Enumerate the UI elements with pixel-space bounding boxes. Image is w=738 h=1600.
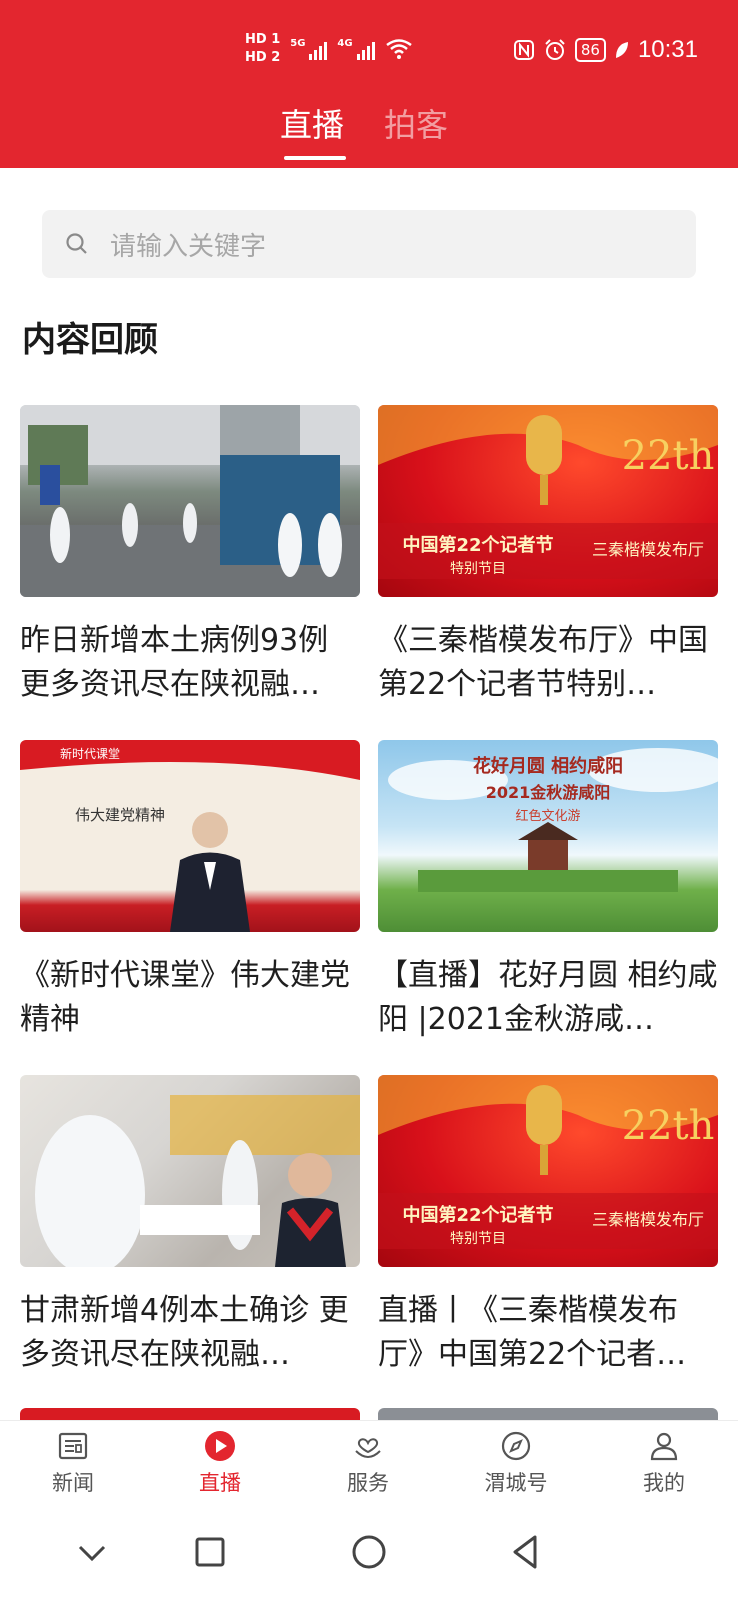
card-title: 昨日新增本土病例93例 更多资讯尽在陕视融… bbox=[20, 623, 329, 702]
content-card-2[interactable]: 22th 中国第22个记者节 特别节目 三秦楷模发布厅 《三秦楷模发布厅》中国第… bbox=[378, 405, 718, 707]
nav-label: 渭城号 bbox=[484, 1471, 548, 1495]
hd-badges: HD 1 HD 2 bbox=[245, 32, 280, 66]
signal-4g-icon: 4G bbox=[337, 38, 375, 60]
nav-label: 新闻 bbox=[52, 1471, 94, 1495]
next-row-thumb-left[interactable] bbox=[20, 1408, 360, 1420]
card-title: 《新时代课堂》伟大建党精神 bbox=[20, 958, 350, 1037]
clock-time: 10:31 bbox=[637, 36, 698, 63]
thumbnail-street-checkpoint bbox=[20, 405, 360, 597]
content-card-4[interactable]: 花好月圆 相约咸阳 2021金秋游咸阳 红色文化游 【直播】花好月圆 相约咸阳 … bbox=[378, 740, 718, 1042]
bottom-navigation: 新闻 直播 服务 渭城号 我的 bbox=[0, 1420, 738, 1510]
battery-level: 86 bbox=[574, 38, 606, 62]
overlay-sub-text: 特别节目 bbox=[450, 1231, 506, 1247]
news-icon bbox=[58, 1432, 88, 1460]
service-heart-icon bbox=[355, 1438, 381, 1458]
thumbnail-xianyang-tour: 花好月圆 相约咸阳 2021金秋游咸阳 红色文化游 bbox=[378, 740, 718, 932]
nav-news[interactable]: 新闻 bbox=[23, 1429, 123, 1497]
tab-live[interactable]: 直播 bbox=[280, 100, 344, 146]
card-title: 甘肃新增4例本土确诊 更多资讯尽在陕视融… bbox=[20, 1293, 349, 1372]
nav-weicheng[interactable]: 渭城号 bbox=[466, 1429, 566, 1497]
thumbnail-journalist-festival: 22th 中国第22个记者节 特别节目 三秦楷模发布厅 bbox=[378, 405, 718, 597]
overlay-right-text: 三秦楷模发布厅 bbox=[592, 540, 704, 559]
nfc-icon bbox=[513, 40, 534, 60]
status-bar: HD 1 HD 2 5G 4G 86 10:31 bbox=[0, 30, 738, 80]
overlay-sub-text: 2021金秋游咸阳 bbox=[486, 783, 611, 802]
active-tab-indicator bbox=[284, 156, 346, 160]
card-title: 直播丨《三秦楷模发布厅》中国第22个记者… bbox=[378, 1293, 687, 1372]
overlay-main-text: 伟大建党精神 bbox=[75, 806, 165, 824]
content-card-5[interactable]: 甘肃新增4例本土确诊 更多资讯尽在陕视融… bbox=[20, 1075, 360, 1377]
search-icon bbox=[66, 233, 87, 254]
thumbnail-journalist-festival: 22th 中国第22个记者节 特别节目 三秦楷模发布厅 bbox=[378, 1075, 718, 1267]
app-header: HD 1 HD 2 5G 4G 86 10:31 直播 拍客 bbox=[0, 0, 738, 168]
home-icon[interactable] bbox=[349, 1532, 389, 1572]
badge-text: 22th bbox=[622, 433, 715, 479]
nav-live[interactable]: 直播 bbox=[170, 1429, 270, 1497]
thumbnail-testing-site bbox=[20, 1075, 360, 1267]
search-input[interactable]: 请输入关键字 bbox=[110, 226, 266, 263]
content-card-3[interactable]: 新时代课堂 伟大建党精神 《新时代课堂》伟大建党精神 bbox=[20, 740, 360, 1042]
overlay-main-text: 花好月圆 相约咸阳 bbox=[473, 755, 623, 777]
nav-label: 服务 bbox=[347, 1471, 389, 1495]
recent-apps-icon[interactable] bbox=[190, 1532, 230, 1572]
overlay-main-text: 中国第22个记者节 bbox=[402, 1204, 553, 1226]
overlay-main-text: 中国第22个记者节 bbox=[402, 534, 553, 556]
tab-paike[interactable]: 拍客 bbox=[384, 100, 448, 146]
next-row-thumb-right[interactable] bbox=[378, 1408, 718, 1420]
hd2-badge: HD 2 bbox=[245, 50, 281, 65]
badge-text: 22th bbox=[622, 1103, 715, 1149]
top-tabs: 直播 拍客 bbox=[0, 100, 738, 160]
overlay-sub-text: 特别节目 bbox=[450, 561, 506, 577]
system-navigation-bar bbox=[0, 1510, 738, 1600]
overlay-top-text: 新时代课堂 bbox=[60, 746, 120, 761]
nav-label: 直播 bbox=[199, 1471, 241, 1495]
alarm-icon bbox=[545, 39, 565, 60]
signal-5g-icon: 5G bbox=[290, 38, 328, 60]
network-indicators: HD 1 HD 2 5G 4G bbox=[245, 32, 413, 66]
leaf-icon bbox=[615, 42, 628, 58]
content-card-1[interactable]: 昨日新增本土病例93例 更多资讯尽在陕视融… bbox=[20, 405, 360, 707]
user-icon bbox=[650, 1432, 678, 1461]
back-icon[interactable] bbox=[505, 1532, 545, 1572]
overlay-sub2-text: 红色文化游 bbox=[515, 808, 580, 824]
search-bar[interactable]: 请输入关键字 bbox=[42, 210, 696, 278]
overlay-right-text: 三秦楷模发布厅 bbox=[592, 1210, 704, 1229]
section-title: 内容回顾 bbox=[22, 320, 158, 360]
live-play-icon bbox=[205, 1431, 235, 1461]
nav-service[interactable]: 服务 bbox=[318, 1429, 418, 1497]
nav-mine[interactable]: 我的 bbox=[614, 1429, 714, 1497]
content-card-6[interactable]: 22th 中国第22个记者节 特别节目 三秦楷模发布厅 直播丨《三秦楷模发布厅》… bbox=[378, 1075, 718, 1377]
card-title: 【直播】花好月圆 相约咸阳 |2021金秋游咸… bbox=[378, 958, 718, 1037]
wifi-icon bbox=[385, 39, 412, 59]
hd1-badge: HD 1 bbox=[245, 32, 281, 47]
status-right: 86 10:31 bbox=[513, 36, 698, 64]
compass-icon bbox=[501, 1431, 531, 1461]
collapse-chevron-icon[interactable] bbox=[72, 1532, 112, 1572]
thumbnail-new-era-classroom: 新时代课堂 伟大建党精神 bbox=[20, 740, 360, 932]
nav-label: 我的 bbox=[643, 1471, 685, 1495]
card-title: 《三秦楷模发布厅》中国第22个记者节特别… bbox=[378, 623, 708, 702]
